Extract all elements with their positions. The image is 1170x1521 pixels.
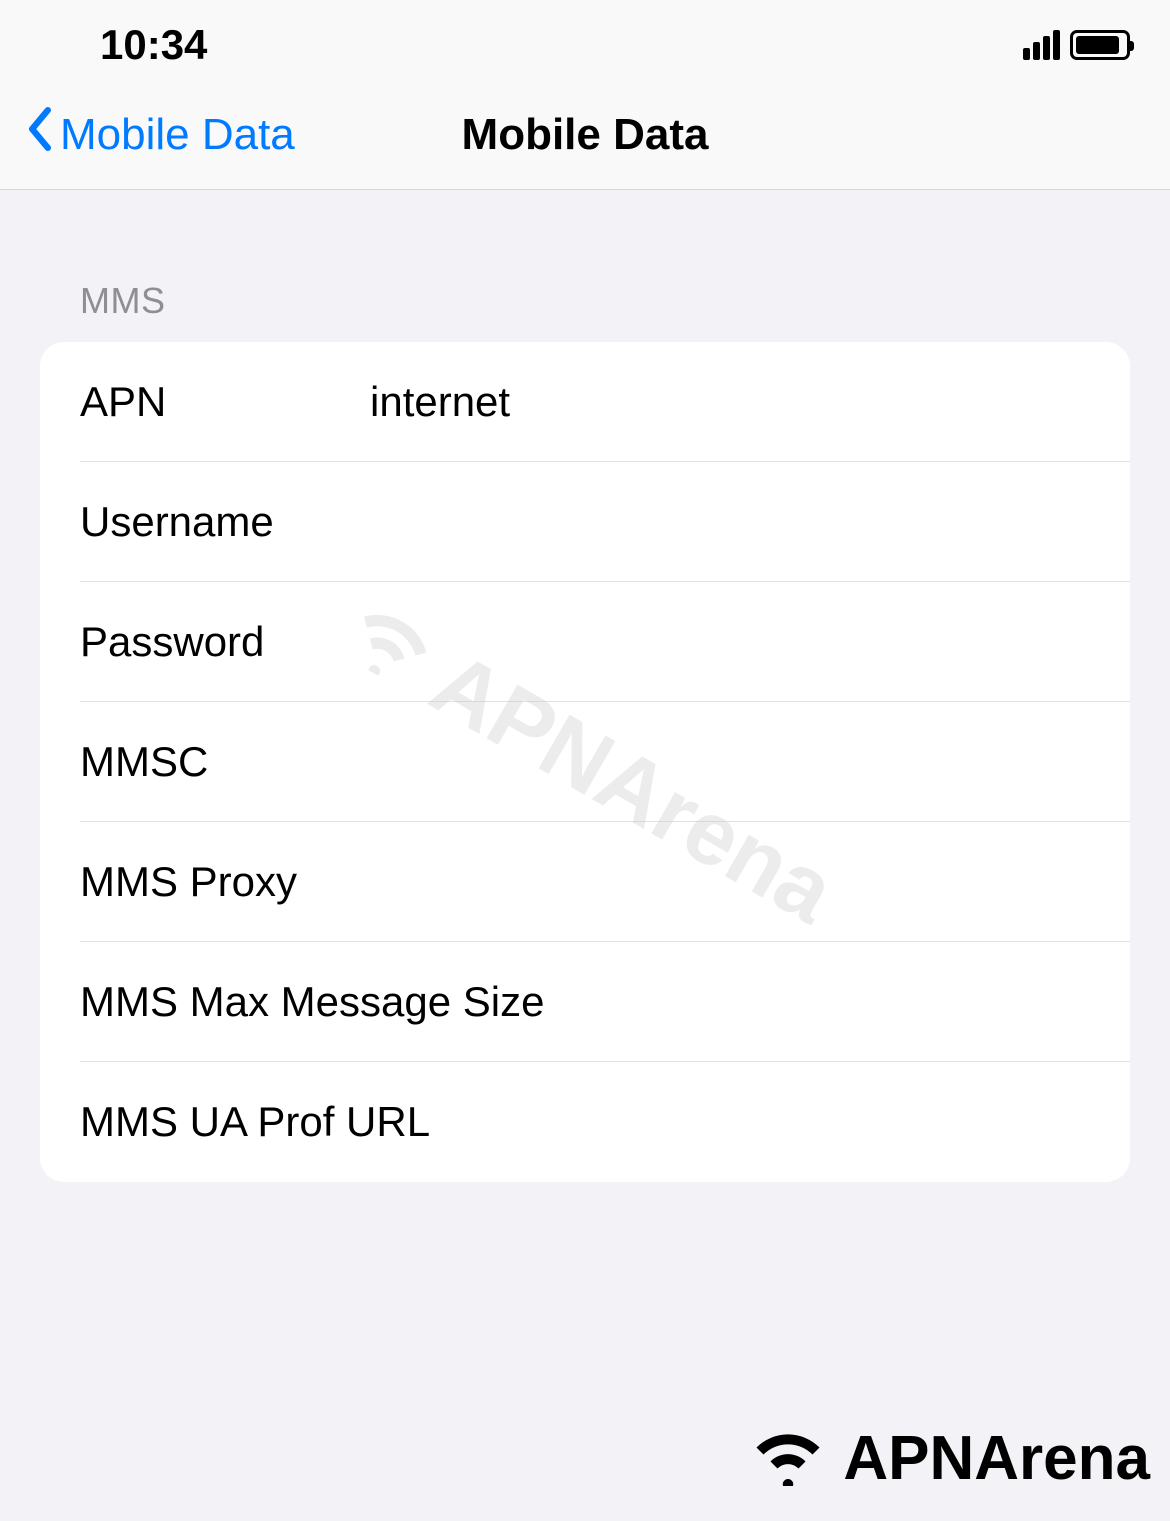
row-apn[interactable]: APN <box>40 342 1130 462</box>
chevron-left-icon <box>25 107 55 162</box>
row-mms-max-size[interactable]: MMS Max Message Size <box>40 942 1130 1062</box>
input-mms-proxy[interactable] <box>370 858 1090 906</box>
wifi-icon <box>743 1416 833 1501</box>
input-mms-max-size[interactable] <box>544 978 1090 1026</box>
footer-brand-text: APNArena <box>843 1423 1150 1494</box>
input-password[interactable] <box>370 618 1090 666</box>
label-mms-max-size: MMS Max Message Size <box>80 978 544 1026</box>
row-password[interactable]: Password <box>40 582 1130 702</box>
row-username[interactable]: Username <box>40 462 1130 582</box>
nav-bar: Mobile Data Mobile Data <box>0 90 1170 190</box>
input-mmsc[interactable] <box>370 738 1090 786</box>
label-mmsc: MMSC <box>80 738 370 786</box>
status-bar: 10:34 <box>0 0 1170 90</box>
label-apn: APN <box>80 378 370 426</box>
label-mms-ua-prof: MMS UA Prof URL <box>80 1098 430 1146</box>
status-icons <box>1023 30 1130 60</box>
row-mms-proxy[interactable]: MMS Proxy <box>40 822 1130 942</box>
signal-icon <box>1023 30 1060 60</box>
label-mms-proxy: MMS Proxy <box>80 858 370 906</box>
row-mmsc[interactable]: MMSC <box>40 702 1130 822</box>
settings-group-mms: APN Username Password MMSC MMS Proxy MMS… <box>40 342 1130 1182</box>
back-label: Mobile Data <box>60 110 295 160</box>
battery-icon <box>1070 30 1130 60</box>
content: MMS APN Username Password MMSC MMS Proxy… <box>0 190 1170 1182</box>
input-apn[interactable] <box>370 378 1090 426</box>
input-mms-ua-prof[interactable] <box>430 1098 1090 1146</box>
input-username[interactable] <box>370 498 1090 546</box>
status-time: 10:34 <box>100 21 207 69</box>
section-header-mms: MMS <box>40 280 1130 322</box>
back-button[interactable]: Mobile Data <box>25 107 295 162</box>
page-title: Mobile Data <box>462 110 709 160</box>
footer-brand: APNArena <box>743 1416 1150 1501</box>
label-username: Username <box>80 498 370 546</box>
label-password: Password <box>80 618 370 666</box>
row-mms-ua-prof[interactable]: MMS UA Prof URL <box>40 1062 1130 1182</box>
